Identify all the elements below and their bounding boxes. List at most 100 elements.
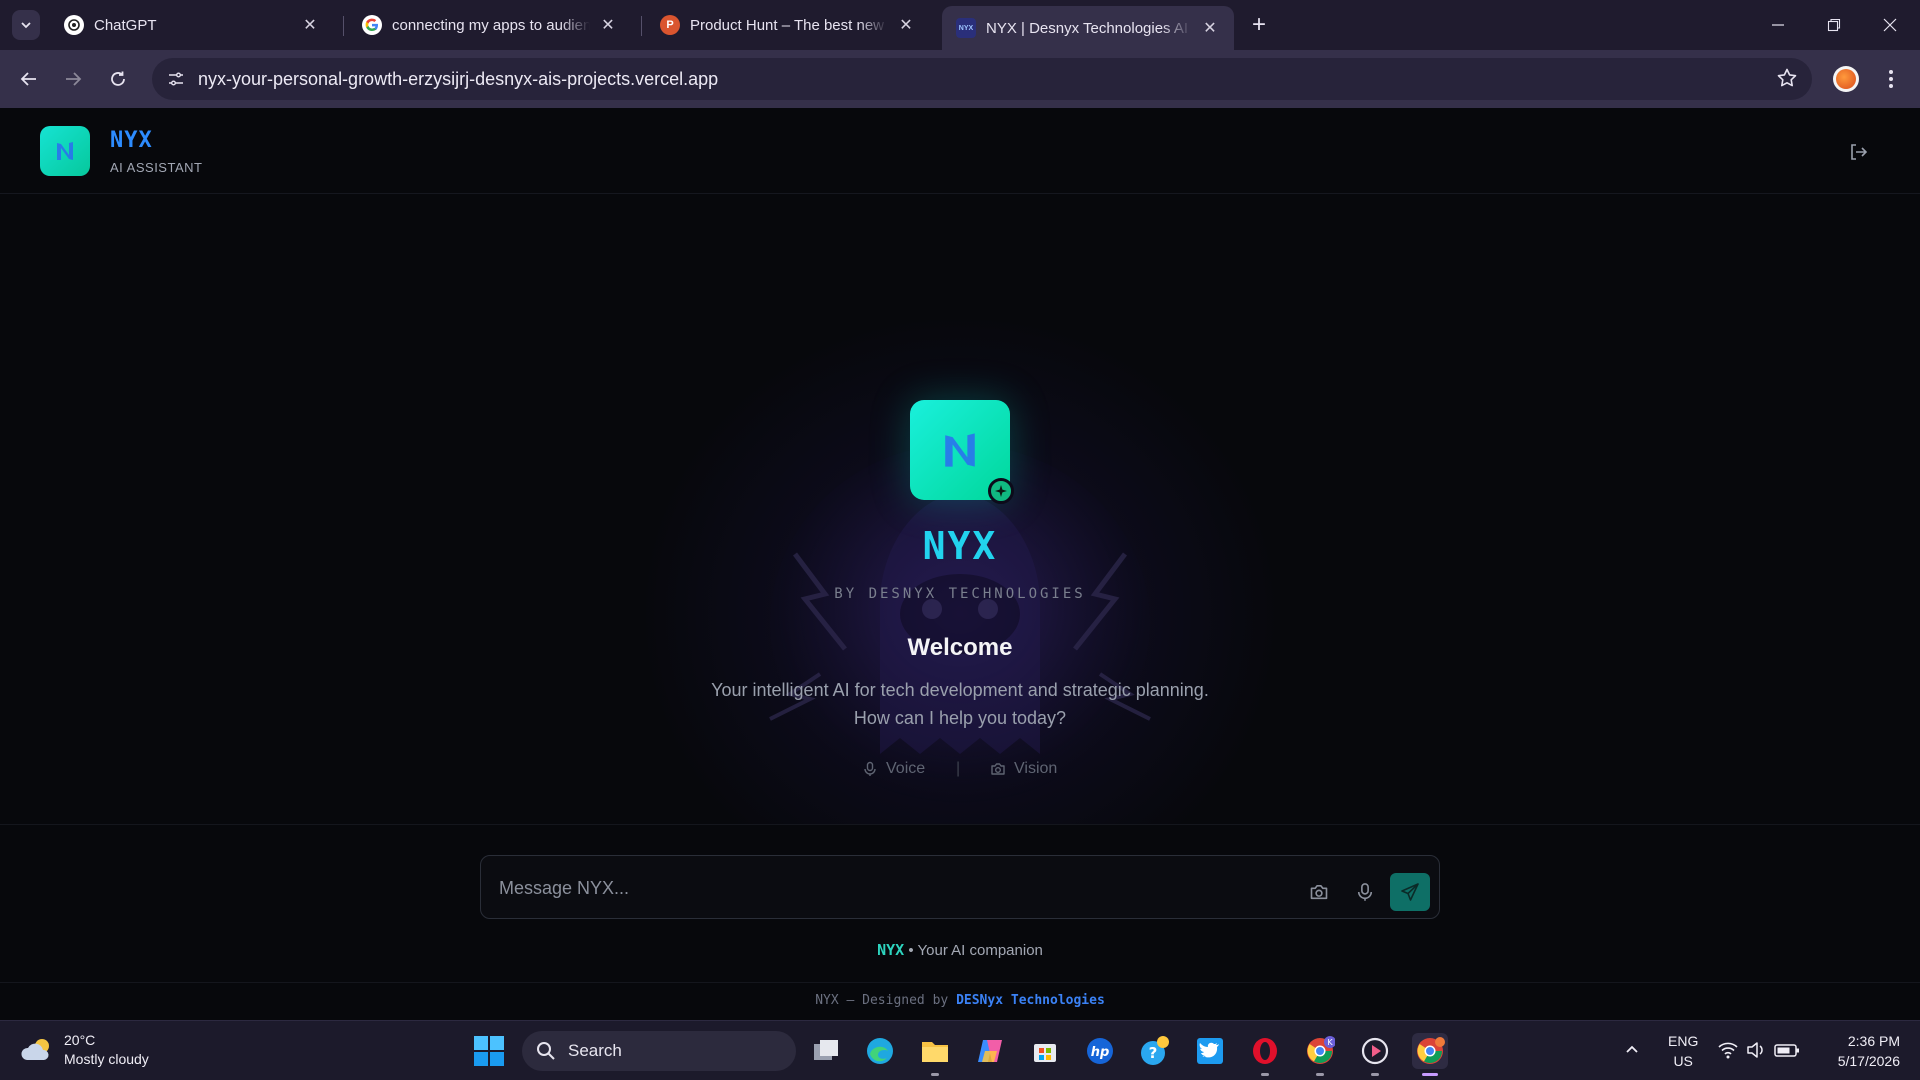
- feature-label: Voice: [886, 760, 926, 777]
- taskbar-search[interactable]: Search: [522, 1031, 796, 1071]
- opera-icon: [1253, 1038, 1277, 1064]
- svg-text:hp: hp: [1091, 1045, 1110, 1060]
- tab-product-hunt[interactable]: P Product Hunt – The best new products ✕: [646, 6, 930, 44]
- clock-date: 5/17/2026: [1837, 1053, 1900, 1069]
- chrome-app[interactable]: [1412, 1033, 1448, 1076]
- language-indicator[interactable]: ENG US: [1668, 1031, 1698, 1071]
- close-icon[interactable]: ✕: [896, 15, 916, 35]
- help-app[interactable]: ?: [1137, 1033, 1173, 1069]
- chrome-badge-label: K: [1327, 1038, 1333, 1047]
- play-icon: [1361, 1037, 1389, 1065]
- tune-icon: [169, 72, 183, 86]
- footer-prefix: NYX — Designed by: [815, 993, 957, 1008]
- logout-icon: [1851, 144, 1868, 160]
- logout-button[interactable]: [1846, 140, 1870, 164]
- arrow-right-icon: [66, 72, 82, 86]
- reload-button[interactable]: [103, 64, 133, 94]
- search-icon: [537, 1042, 555, 1060]
- composer-area: NYX • Your AI companion: [0, 824, 1920, 1020]
- copilot-icon: [978, 1040, 1002, 1062]
- minimize-icon: [1772, 24, 1784, 26]
- caption-name: NYX: [877, 941, 905, 959]
- feature-label: Vision: [1014, 760, 1058, 777]
- chrome-icon: [1417, 1037, 1445, 1064]
- microphone-button[interactable]: [1348, 875, 1382, 909]
- new-tab-button[interactable]: +: [1246, 11, 1272, 38]
- brand-logo[interactable]: [40, 126, 90, 176]
- volume-icon: [1747, 1042, 1763, 1058]
- wifi-icon: [1718, 1042, 1738, 1059]
- store-icon: [1034, 1044, 1056, 1062]
- tab-separator: [641, 16, 642, 36]
- camera-icon: [1310, 884, 1328, 900]
- forward-button[interactable]: [58, 64, 88, 94]
- camera-button[interactable]: [1302, 875, 1336, 909]
- producthunt-icon: P: [660, 15, 680, 35]
- app-header: NYX AI ASSISTANT: [0, 108, 1920, 194]
- microsoft-store-app[interactable]: [1027, 1033, 1063, 1069]
- send-icon: [1401, 883, 1419, 901]
- minimize-button[interactable]: [1758, 10, 1798, 40]
- close-window-button[interactable]: [1870, 10, 1910, 40]
- chatgpt-icon: [64, 15, 84, 35]
- running-indicator: [1371, 1073, 1379, 1076]
- task-view-button[interactable]: [808, 1033, 844, 1069]
- clock-time: 2:36 PM: [1847, 1033, 1900, 1049]
- back-button[interactable]: [14, 64, 44, 94]
- message-input[interactable]: [499, 874, 1279, 902]
- microphone-icon: [864, 761, 876, 776]
- hp-app[interactable]: hp: [1082, 1033, 1118, 1069]
- restore-button[interactable]: [1814, 10, 1854, 40]
- url-text: nyx-your-personal-growth-erzysijrj-desny…: [198, 69, 719, 89]
- profile-avatar[interactable]: [1833, 66, 1859, 92]
- restore-icon: [1827, 18, 1841, 32]
- google-icon: [362, 15, 382, 35]
- site-info-button[interactable]: [162, 65, 190, 93]
- tab-google-search[interactable]: connecting my apps to audience ✕: [348, 6, 632, 44]
- chrome-profile-app[interactable]: K: [1302, 1033, 1338, 1076]
- bookmark-star-icon[interactable]: [1776, 67, 1798, 94]
- footer: NYX — Designed by DESNyx Technologies: [660, 993, 1260, 1008]
- feature-voice: Voice: [862, 760, 925, 778]
- address-bar[interactable]: nyx-your-personal-growth-erzysijrj-desny…: [152, 58, 1812, 100]
- copilot-app[interactable]: [972, 1033, 1008, 1069]
- tab-chatgpt[interactable]: ChatGPT ✕: [50, 6, 334, 44]
- show-hidden-icons-button[interactable]: [1624, 1041, 1640, 1060]
- file-explorer-app[interactable]: [917, 1033, 953, 1076]
- running-indicator: [1316, 1073, 1324, 1076]
- weather-widget[interactable]: 20°C Mostly cloudy: [20, 1031, 149, 1069]
- nyx-logo-icon: [945, 433, 975, 467]
- page-viewport: NYX AI ASSISTANT NYX BY DESNYX TECHNOLOG…: [0, 108, 1920, 1020]
- tab-title: NYX | Desnyx Technologies AI: [986, 19, 1189, 37]
- sparkle-icon: [995, 485, 1007, 497]
- weather-condition: Mostly cloudy: [64, 1051, 149, 1067]
- browser-menu-button[interactable]: [1876, 64, 1906, 94]
- windows-start-icon[interactable]: [472, 1034, 506, 1068]
- edge-app[interactable]: [862, 1033, 898, 1069]
- welcome-heading: Welcome: [907, 634, 1013, 661]
- reload-icon: [111, 71, 125, 86]
- media-player-app[interactable]: [1357, 1033, 1393, 1076]
- edge-icon: [867, 1038, 893, 1064]
- footer-company-link[interactable]: DESNyx Technologies: [956, 993, 1105, 1008]
- tab-search-button[interactable]: [12, 10, 40, 40]
- close-icon[interactable]: ✕: [598, 15, 618, 35]
- browser-tab-bar: ChatGPT ✕ connecting my apps to audience…: [0, 0, 1920, 50]
- tab-title: Product Hunt – The best new products: [690, 16, 888, 34]
- close-icon[interactable]: ✕: [1200, 18, 1220, 38]
- hero-title: NYX: [922, 524, 998, 568]
- tab-nyx[interactable]: NYX NYX | Desnyx Technologies AI ✕: [942, 6, 1234, 50]
- feature-vision: Vision: [990, 760, 1057, 778]
- opera-app[interactable]: [1247, 1033, 1283, 1076]
- system-clock[interactable]: 2:36 PM 5/17/2026: [1800, 1031, 1900, 1071]
- language-code: ENG: [1668, 1033, 1699, 1049]
- chrome-icon: K: [1307, 1036, 1335, 1064]
- twitter-app[interactable]: [1192, 1033, 1228, 1069]
- tab-title: ChatGPT: [94, 16, 157, 34]
- composer-caption: NYX • Your AI companion: [660, 941, 1260, 959]
- close-icon[interactable]: ✕: [300, 15, 320, 35]
- twitter-icon: [1197, 1038, 1223, 1064]
- send-button[interactable]: [1390, 873, 1430, 911]
- quick-settings-button[interactable]: [1718, 1041, 1800, 1062]
- caption-text: • Your AI companion: [904, 942, 1043, 959]
